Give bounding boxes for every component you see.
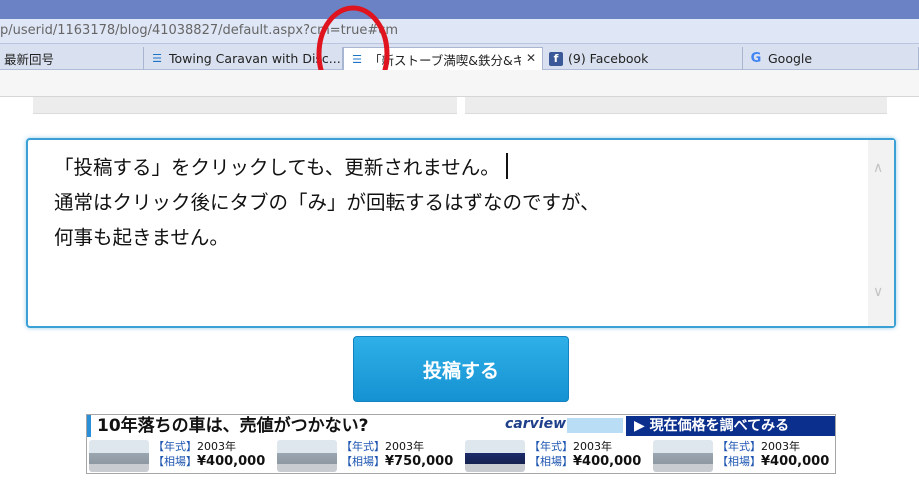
comment-textarea[interactable]: 「投稿する」をクリックしても、更新されません。 通常はクリック後にタブの「み」が…: [26, 138, 896, 328]
ad-car-item[interactable]: 【年式】2003年 【相場】¥400,000: [87, 438, 275, 473]
text-line-2: 通常はクリック後にタブの「み」が回転するはずなのですが、: [54, 191, 600, 214]
post-button[interactable]: 投稿する: [353, 336, 569, 402]
browser-window: p/userid/1163178/blog/41038827/default.a…: [0, 0, 919, 501]
tab-label: 最新回号: [4, 52, 55, 67]
ad-car-item[interactable]: 【年式】2003年 【相場】¥400,000: [651, 438, 835, 473]
car-thumbnail: [277, 440, 337, 472]
address-bar[interactable]: p/userid/1163178/blog/41038827/default.a…: [0, 19, 919, 44]
scroll-up-icon[interactable]: ∧: [873, 160, 883, 176]
ad-car-item[interactable]: 【年式】2003年 【相場】¥750,000: [275, 438, 463, 473]
car-meta: 【年式】2003年 【相場】¥750,000: [341, 440, 454, 469]
car-meta: 【年式】2003年 【相場】¥400,000: [717, 440, 830, 469]
car-thumbnail: [653, 440, 713, 472]
page-toolbar-strip: [0, 70, 919, 97]
car-meta: 【年式】2003年 【相場】¥400,000: [153, 440, 266, 469]
ad-headline[interactable]: 10年落ちの車は、売値がつかない?: [87, 415, 507, 437]
scroll-down-icon[interactable]: ∨: [873, 284, 883, 300]
text-line-3: 何事も起きません。: [54, 226, 229, 249]
car-thumbnail: [465, 440, 525, 472]
page-panel-right: [465, 97, 887, 114]
textarea-scrollbar[interactable]: ∧ ∨: [868, 140, 894, 326]
tab-google[interactable]: G Google: [743, 47, 919, 70]
close-icon[interactable]: ✕: [526, 51, 536, 65]
text-line-1: 「投稿する」をクリックしても、更新されません。: [54, 150, 854, 185]
page-panel-left: [33, 97, 457, 114]
tab-facebook[interactable]: f (9) Facebook: [543, 47, 743, 70]
google-icon: G: [750, 51, 762, 66]
tab-bar: 最新回号 ☰ Towing Caravan with Disc... ☰ 「新ス…: [0, 44, 919, 71]
tab-latest[interactable]: 最新回号: [0, 47, 144, 70]
car-thumbnail: [89, 440, 149, 472]
ad-cta-button[interactable]: ▶ 現在価格を調べてみる: [626, 416, 835, 436]
text-caret: [505, 153, 508, 179]
ad-car-list: 【年式】2003年 【相場】¥400,000 【年式】2003年 【相場】¥75…: [87, 438, 835, 473]
tab-label: Google: [768, 51, 813, 66]
carview-ad-banner[interactable]: 10年落ちの車は、売値がつかない? carview ▶ 現在価格を調べてみる 【…: [86, 414, 836, 474]
ad-car-item[interactable]: 【年式】2003年 【相場】¥400,000: [463, 438, 651, 473]
textarea-content[interactable]: 「投稿する」をクリックしても、更新されません。 通常はクリック後にタブの「み」が…: [54, 150, 854, 255]
tab-label: (9) Facebook: [568, 51, 649, 66]
ad-sub-logo: [567, 418, 623, 433]
ad-brand-logo: carview: [505, 416, 567, 432]
car-meta: 【年式】2003年 【相場】¥400,000: [529, 440, 642, 469]
facebook-icon: f: [549, 51, 563, 66]
blog-icon: ☰: [152, 52, 162, 65]
window-titlebar: [0, 0, 919, 19]
